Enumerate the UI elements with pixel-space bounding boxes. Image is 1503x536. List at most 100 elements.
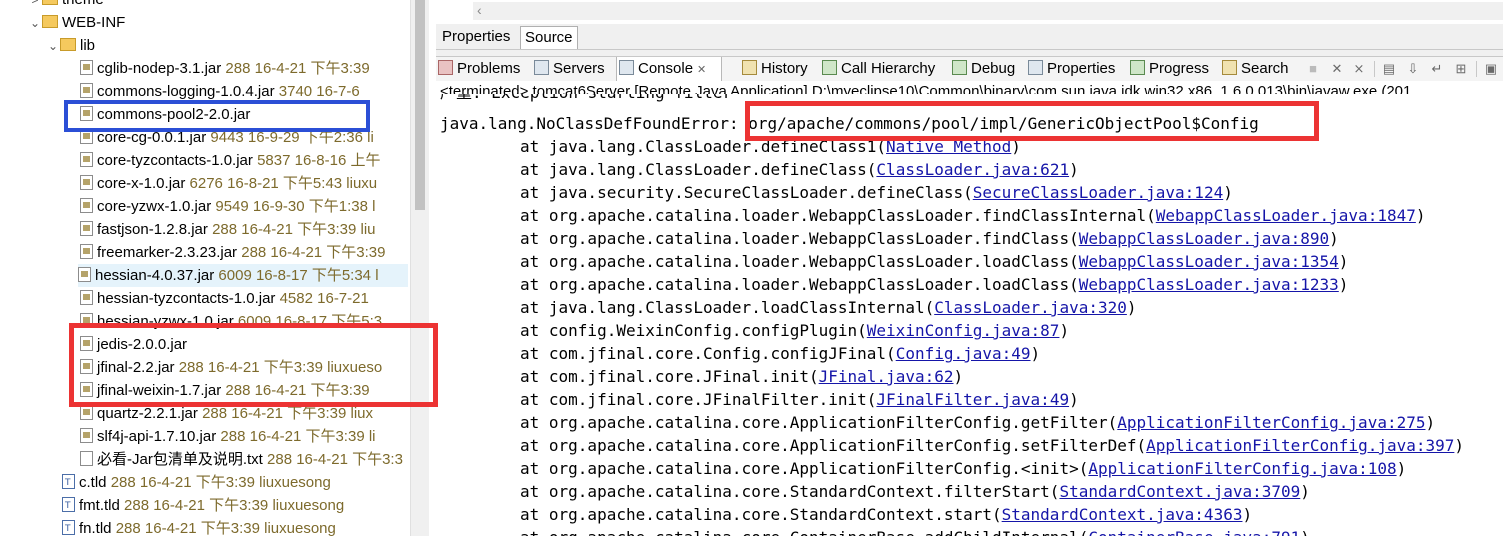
source-link[interactable]: WebappClassLoader.java:890 <box>1079 229 1329 248</box>
folder-item[interactable]: >theme <box>28 0 104 11</box>
tab-properties[interactable]: Properties <box>438 26 514 48</box>
expand-toggle-icon[interactable]: ⌄ <box>46 35 60 58</box>
file-item[interactable]: fn.tld 288 16-4-21 下午3:39 liuxuesong <box>62 517 336 536</box>
tab-console[interactable]: Console ✕ <box>616 57 722 81</box>
file-name: freemarker-2.3.23.jar <box>97 244 238 261</box>
terminate-icon[interactable]: ■ <box>1304 60 1322 78</box>
file-info: 6276 16-8-21 下午5:43 liuxu <box>189 175 378 192</box>
source-link[interactable]: StandardContext.java:3709 <box>1059 482 1300 501</box>
file-item[interactable]: core-yzwx-1.0.jar 9549 16-9-30 下午1:38 l <box>80 195 375 218</box>
source-link[interactable]: ApplicationFilterConfig.java:397 <box>1146 436 1454 455</box>
trace-method: at org.apache.catalina.loader.WebappClas… <box>520 252 1079 271</box>
file-item[interactable]: jfinal-2.2.jar 288 16-4-21 下午3:39 liuxue… <box>80 356 382 379</box>
tab-problems[interactable]: Problems <box>436 57 520 81</box>
file-item[interactable]: slf4j-api-1.7.10.jar 288 16-4-21 下午3:39 … <box>80 425 376 448</box>
package-explorer: >theme⌄WEB-INF⌄libcglib-nodep-3.1.jar 28… <box>0 0 432 536</box>
file-item[interactable]: cglib-nodep-3.1.jar 288 16-4-21 下午3:39 <box>80 57 370 80</box>
file-item[interactable]: fmt.tld 288 16-4-21 下午3:39 liuxuesong <box>62 494 344 518</box>
tab-search[interactable]: Search <box>1220 57 1289 81</box>
file-name: lib <box>80 37 96 54</box>
jar-icon <box>80 221 93 236</box>
file-name: c.tld <box>79 474 107 491</box>
file-name: WEB-INF <box>62 14 126 31</box>
file-name: jedis-2.0.0.jar <box>97 336 188 353</box>
jar-icon <box>80 106 93 121</box>
clear-console-icon[interactable]: ▤ <box>1380 60 1398 78</box>
stack-trace-line: at org.apache.catalina.loader.WebappClas… <box>520 227 1339 250</box>
trace-method: at org.apache.catalina.core.StandardCont… <box>520 505 1002 524</box>
trace-method: at org.apache.catalina.core.ContainerBas… <box>520 528 1088 536</box>
file-item[interactable]: hessian-tyzcontacts-1.0.jar 4582 16-7-21 <box>80 287 369 310</box>
word-wrap-icon[interactable]: ↵ <box>1428 60 1446 78</box>
file-item[interactable]: commons-logging-1.0.4.jar 3740 16-7-6 <box>80 80 360 103</box>
trace-end: ) <box>1223 183 1233 202</box>
jar-icon <box>80 359 93 374</box>
file-item[interactable]: jedis-2.0.0.jar <box>80 333 187 356</box>
pin-console-icon[interactable]: ⊞ <box>1452 60 1470 78</box>
tab-source[interactable]: Source <box>520 26 578 49</box>
jar-icon <box>80 152 93 167</box>
right-pane: ‹ Properties Source Problems Servers Con… <box>436 0 1503 536</box>
scroll-lock-icon[interactable]: ⇩ <box>1404 60 1422 78</box>
file-item[interactable]: commons-pool2-2.0.jar <box>80 103 250 126</box>
file-item[interactable]: hessian-yzwx-1.0.jar 6009 16-8-17 下午5:3 <box>80 310 382 333</box>
file-name: hessian-tyzcontacts-1.0.jar <box>97 290 276 307</box>
file-name: 必看-Jar包清单及说明.txt <box>97 451 263 468</box>
source-link[interactable]: Config.java:49 <box>896 344 1031 363</box>
expand-toggle-icon[interactable]: ⌄ <box>28 12 42 35</box>
editor-horizontal-scrollbar[interactable]: ‹ <box>473 2 1503 20</box>
source-link[interactable]: ContainerBase.java:791 <box>1088 528 1300 536</box>
tab-call-hierarchy[interactable]: Call Hierarchy <box>820 57 935 81</box>
close-icon[interactable]: ✕ <box>697 64 706 76</box>
source-link[interactable]: ApplicationFilterConfig.java:275 <box>1117 413 1425 432</box>
source-link[interactable]: JFinalFilter.java:49 <box>876 390 1069 409</box>
file-name: jfinal-weixin-1.7.jar <box>97 382 222 399</box>
file-item[interactable]: 必看-Jar包清单及说明.txt 288 16-4-21 下午3:3 <box>80 448 403 471</box>
explorer-scrollbar[interactable] <box>410 0 429 536</box>
file-item[interactable]: hessian-4.0.37.jar 6009 16-8-17 下午5:34 l <box>78 264 408 287</box>
source-link[interactable]: StandardContext.java:4363 <box>1002 505 1243 524</box>
source-link[interactable]: JFinal.java:62 <box>819 367 954 386</box>
source-link[interactable]: WebappClassLoader.java:1847 <box>1156 206 1416 225</box>
file-item[interactable]: core-cg-0.0.1.jar 9443 16-9-29 下午2:36 li <box>80 126 374 149</box>
file-item[interactable]: core-x-1.0.jar 6276 16-8-21 下午5:43 liuxu <box>80 172 377 195</box>
source-link[interactable]: Native Method <box>886 137 1011 156</box>
file-item[interactable]: core-tyzcontacts-1.0.jar 5837 16-8-16 上午 <box>80 149 380 172</box>
jar-icon <box>80 175 93 190</box>
scrollbar-thumb[interactable] <box>415 0 425 210</box>
folder-item[interactable]: ⌄ lib <box>46 34 95 57</box>
file-item[interactable]: quartz-2.2.1.jar 288 16-4-21 下午3:39 liux <box>80 402 373 425</box>
source-link[interactable]: WebappClassLoader.java:1233 <box>1079 275 1339 294</box>
file-info: 288 16-4-21 下午3:39 liu <box>212 221 376 238</box>
file-item[interactable]: fastjson-1.2.8.jar 288 16-4-21 下午3:39 li… <box>80 218 376 241</box>
source-link[interactable]: SecureClassLoader.java:124 <box>973 183 1223 202</box>
source-link[interactable]: WebappClassLoader.java:1354 <box>1079 252 1339 271</box>
jar-icon <box>80 428 93 443</box>
source-link[interactable]: ClassLoader.java:320 <box>934 298 1127 317</box>
stack-trace-line: at org.apache.catalina.core.ContainerBas… <box>520 526 1310 536</box>
folder-icon <box>60 38 76 51</box>
tab-properties-view[interactable]: Properties <box>1026 57 1115 81</box>
file-item[interactable]: jfinal-weixin-1.7.jar 288 16-4-21 下午3:39 <box>80 379 370 402</box>
remove-launch-icon[interactable]: ✕ <box>1328 60 1346 78</box>
trace-method: at org.apache.catalina.core.StandardCont… <box>520 482 1060 501</box>
scroll-left-icon[interactable]: ‹ <box>477 2 482 18</box>
tab-progress[interactable]: Progress <box>1128 57 1209 81</box>
trace-method: at java.lang.ClassLoader.defineClass( <box>520 160 877 179</box>
properties-icon <box>1028 60 1043 75</box>
stack-trace-line: at org.apache.catalina.loader.WebappClas… <box>520 273 1348 296</box>
file-item[interactable]: freemarker-2.3.23.jar 288 16-4-21 下午3:39 <box>80 241 386 264</box>
stack-trace-line: at org.apache.catalina.core.ApplicationF… <box>520 411 1435 434</box>
remove-all-icon[interactable]: ⨯ <box>1350 60 1368 78</box>
source-link[interactable]: ClassLoader.java:621 <box>876 160 1069 179</box>
tab-debug[interactable]: Debug <box>950 57 1015 81</box>
file-item[interactable]: c.tld 288 16-4-21 下午3:39 liuxuesong <box>62 471 331 495</box>
tab-history[interactable]: History <box>740 57 808 81</box>
folder-item[interactable]: ⌄ WEB-INF <box>28 11 125 34</box>
tab-servers[interactable]: Servers <box>532 57 605 81</box>
source-link[interactable]: WeixinConfig.java:87 <box>867 321 1060 340</box>
stack-trace-line: at org.apache.catalina.loader.WebappClas… <box>520 204 1426 227</box>
display-console-icon[interactable]: ▣ <box>1482 60 1500 78</box>
source-link[interactable]: ApplicationFilterConfig.java:108 <box>1088 459 1396 478</box>
file-name: fn.tld <box>79 520 112 536</box>
